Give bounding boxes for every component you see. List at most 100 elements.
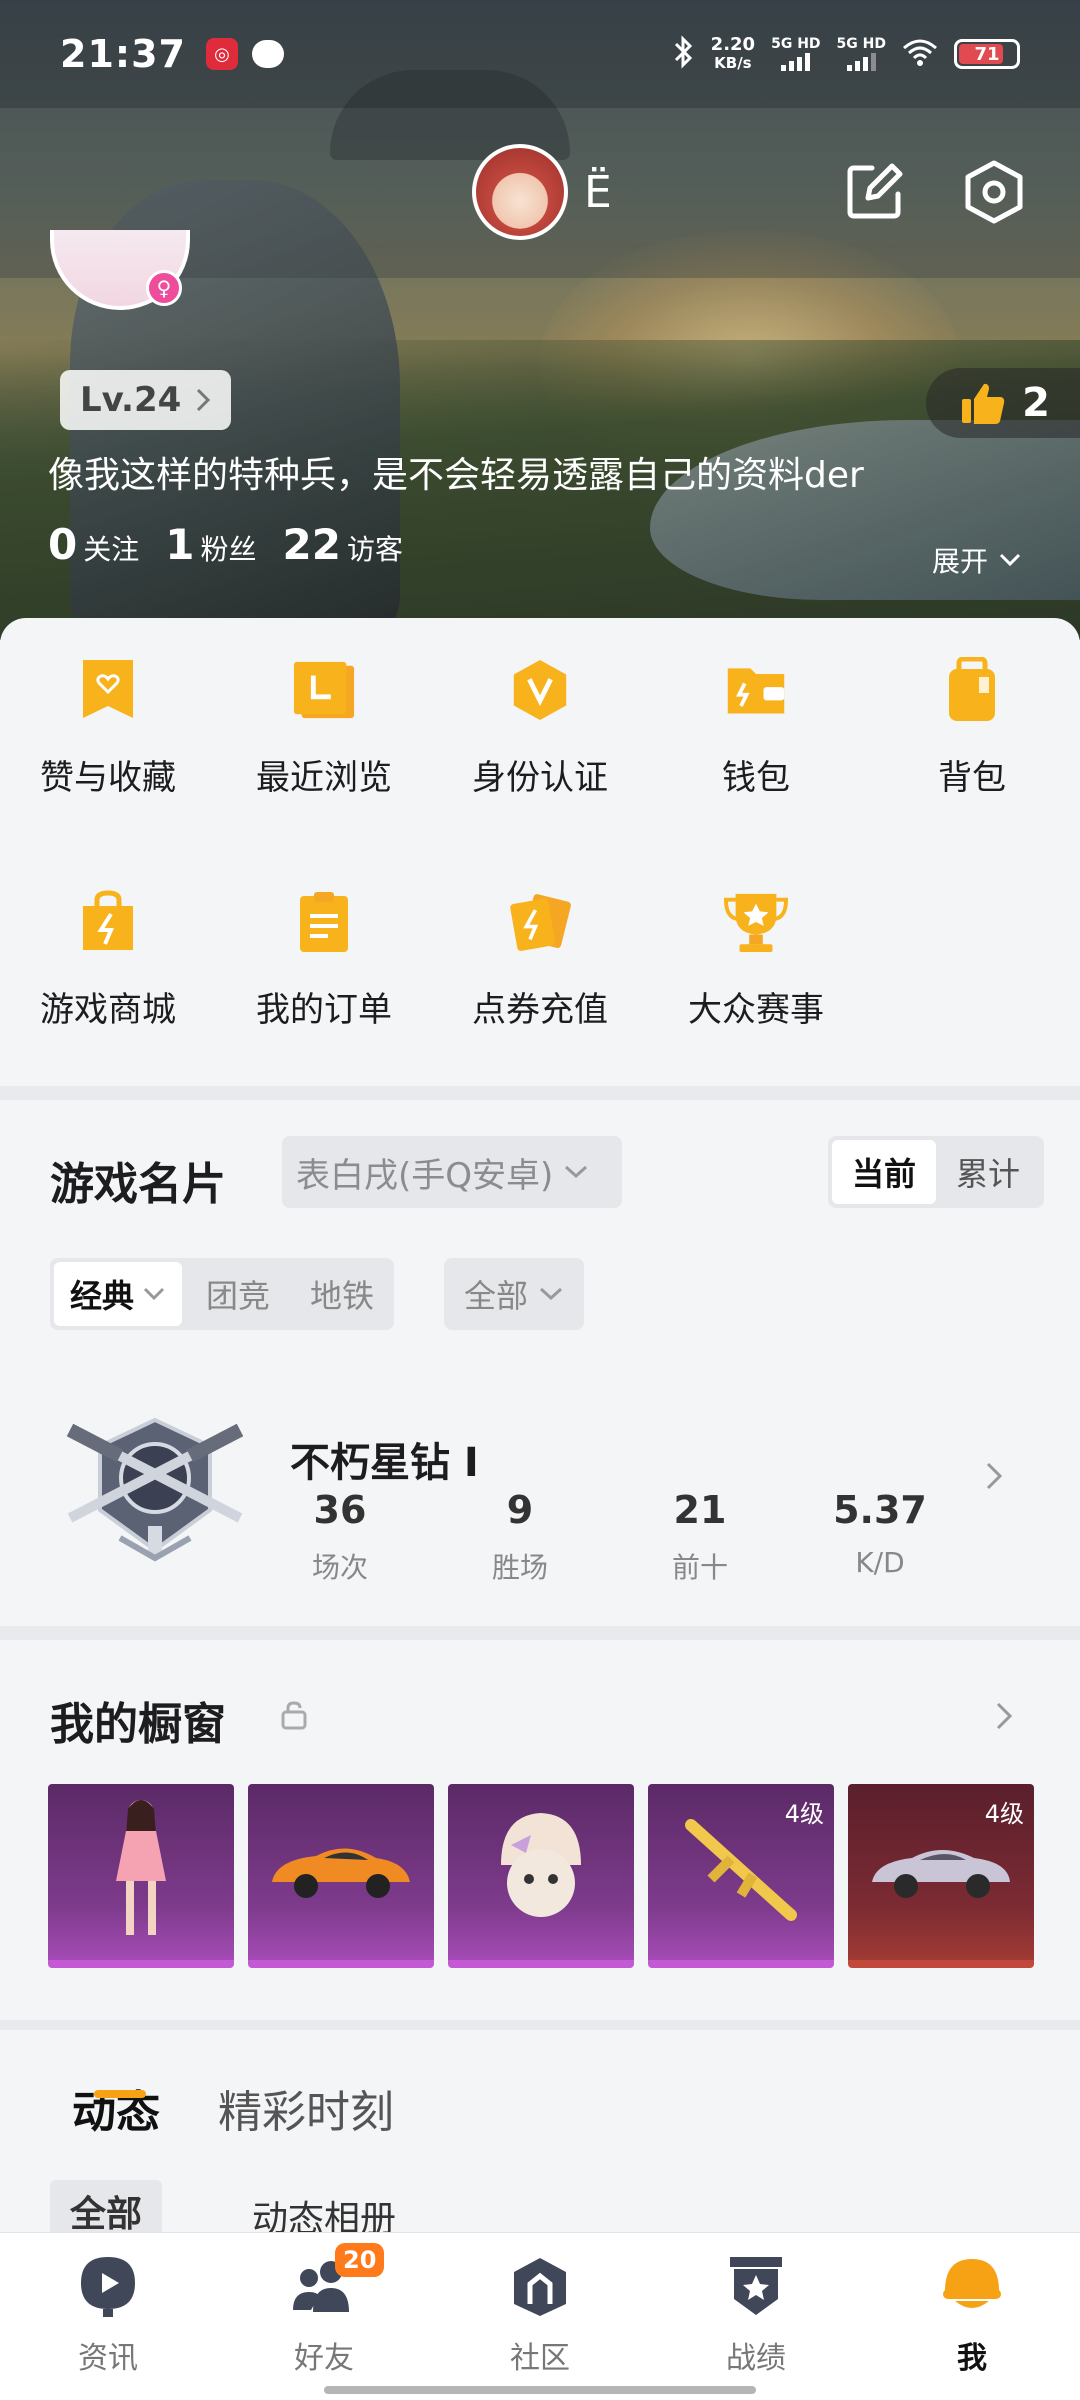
profile-stats: 0 关注 1 粉丝 22 访客: [48, 520, 403, 569]
menu-public-events[interactable]: 大众赛事: [648, 890, 864, 1050]
status-bar: 21:37 ◎ 2.20 KB/s 5G HD 5G HD 71: [0, 0, 1080, 108]
wifi-icon: [902, 38, 938, 71]
menu-recent-views[interactable]: 最近浏览: [216, 658, 432, 818]
nav-community[interactable]: 社区: [432, 2253, 648, 2377]
chevron-right-icon: [197, 388, 211, 412]
sports-car-icon: [266, 1830, 416, 1914]
nav-me[interactable]: 我: [864, 2253, 1080, 2377]
mode-metro[interactable]: 地铁: [290, 1258, 394, 1330]
tab-posts[interactable]: 动态: [72, 2076, 160, 2140]
game-card-section: 游戏名片 表白戌(手Q安卓) 当前 累计 经典 团竞 地铁 全部 不朽星钻 I: [0, 1100, 1080, 1630]
sim2-signal-icon: 5G HD: [837, 37, 886, 71]
showcase-item[interactable]: [48, 1784, 234, 1968]
friends-icon: 20: [291, 2243, 385, 2319]
home-indicator[interactable]: [324, 2386, 756, 2394]
section-title: 游戏名片: [50, 1159, 226, 1210]
menu-label: 最近浏览: [256, 758, 392, 798]
nav-news[interactable]: 资讯: [0, 2253, 216, 2377]
stat-wins: 9 胜场: [491, 1488, 548, 1584]
lock-icon[interactable]: [280, 1700, 308, 1734]
section-divider: [0, 1086, 1080, 1100]
settings-button[interactable]: [960, 158, 1028, 226]
menu-label: 我的订单: [256, 990, 392, 1030]
stat-followers[interactable]: 1 粉丝: [165, 520, 256, 569]
coupon-icon: [508, 890, 572, 954]
silver-car-icon: [866, 1830, 1016, 1914]
chevron-right-icon: [986, 1462, 1003, 1490]
showcase-item[interactable]: [248, 1784, 434, 1968]
character-outfit-icon: [106, 1795, 176, 1949]
menu-label: 背包: [938, 758, 1006, 798]
helmet-outfit-icon: [481, 1805, 601, 1939]
mode-tabs: 经典 团竞 地铁: [50, 1258, 395, 1330]
chevron-right-icon: [996, 1702, 1013, 1730]
wallet-icon: [724, 658, 788, 722]
edit-profile-button[interactable]: [840, 158, 908, 226]
verified-v-icon: [508, 658, 572, 722]
mode-classic[interactable]: 经典: [54, 1262, 183, 1326]
menu-game-mall[interactable]: 游戏商城: [0, 890, 216, 1050]
toggle-total[interactable]: 累计: [936, 1140, 1040, 1204]
menu-label: 身份认证: [472, 758, 608, 798]
showcase-item[interactable]: [448, 1784, 634, 1968]
bluetooth-icon: [673, 34, 695, 74]
golden-rifle-icon: [681, 1815, 801, 1929]
shopping-bag-icon: [76, 890, 140, 954]
menu-identity-verification[interactable]: 身份认证: [432, 658, 648, 818]
nav-record[interactable]: 战绩: [648, 2253, 864, 2377]
menu-label: 赞与收藏: [40, 758, 176, 798]
mode-team-deathmatch[interactable]: 团竞: [186, 1258, 290, 1330]
showcase-item[interactable]: 4级: [648, 1784, 834, 1968]
thumbs-up-icon: [962, 383, 1005, 424]
scope-select-value: 全部: [464, 1277, 529, 1315]
menu-label: 点券充值: [472, 990, 608, 1030]
level-text: Lv.24: [80, 380, 182, 420]
chevron-down-icon: [540, 1287, 563, 1301]
feed-section: 动态 精彩时刻 全部 动态相册: [0, 2030, 1080, 2250]
stat-following[interactable]: 0 关注: [48, 520, 139, 569]
level-badge[interactable]: Lv.24: [60, 370, 232, 430]
status-time: 21:37: [60, 32, 186, 76]
profile-bio: 像我这样的特种兵，是不会轻易透露自己的资料der: [48, 455, 864, 496]
menu-label: 游戏商城: [40, 990, 176, 1030]
rank-name: 不朽星钻 I: [290, 1440, 479, 1486]
toggle-current[interactable]: 当前: [832, 1140, 936, 1204]
showcase-more-button[interactable]: [994, 1700, 1014, 1736]
nav-friends[interactable]: 20 好友: [216, 2243, 432, 2377]
section-divider: [0, 1626, 1080, 1640]
me-helmet-icon: [939, 2253, 1005, 2319]
showcase-item[interactable]: 4级: [848, 1784, 1034, 1968]
female-gender-icon: ♀: [146, 270, 182, 306]
stat-top-ten: 21 前十: [671, 1488, 728, 1584]
history-icon: [292, 658, 356, 722]
tab-highlights[interactable]: 精彩时刻: [218, 2076, 394, 2140]
menu-coupon-topup[interactable]: 点券充值: [432, 890, 648, 1050]
showcase-section: 我的橱窗 4级 4级: [0, 1640, 1080, 2020]
battery-icon: 71: [954, 39, 1020, 69]
menu-wallet[interactable]: 钱包: [648, 658, 864, 818]
settings-hexagon-icon: [965, 160, 1023, 224]
order-list-icon: [292, 890, 356, 954]
nickname: Ë: [584, 166, 612, 218]
avatar[interactable]: [472, 144, 568, 240]
menu-backpack[interactable]: 背包: [864, 657, 1080, 818]
network-speed: 2.20 KB/s: [710, 34, 756, 73]
edit-icon: [847, 163, 903, 219]
netease-music-icon: ◎: [205, 38, 238, 70]
stat-matches: 36 场次: [311, 1488, 368, 1584]
scope-select[interactable]: 全部: [444, 1258, 585, 1330]
quick-menu: 赞与收藏 最近浏览 身份认证 钱包 背包 游戏商城 我的订单 点券充值 大众赛事: [0, 618, 1080, 1338]
rank-detail-button[interactable]: [984, 1460, 1004, 1496]
stat-visitors[interactable]: 22 访客: [283, 520, 403, 569]
item-level: 4级: [984, 1800, 1024, 1828]
menu-label: 钱包: [722, 758, 790, 798]
chevron-down-icon: [143, 1287, 165, 1301]
friends-badge: 20: [335, 2243, 385, 2277]
bottom-navigation: 资讯 20 好友 社区 战绩 我: [0, 2232, 1080, 2400]
expand-button[interactable]: 展开: [932, 540, 1022, 580]
likes-button[interactable]: 2: [926, 368, 1080, 438]
account-select[interactable]: 表白戌(手Q安卓): [282, 1136, 622, 1208]
menu-my-orders[interactable]: 我的订单: [216, 890, 432, 1050]
showcase-items: 4级 4级: [48, 1784, 1034, 1968]
menu-likes-favorites[interactable]: 赞与收藏: [0, 658, 216, 818]
